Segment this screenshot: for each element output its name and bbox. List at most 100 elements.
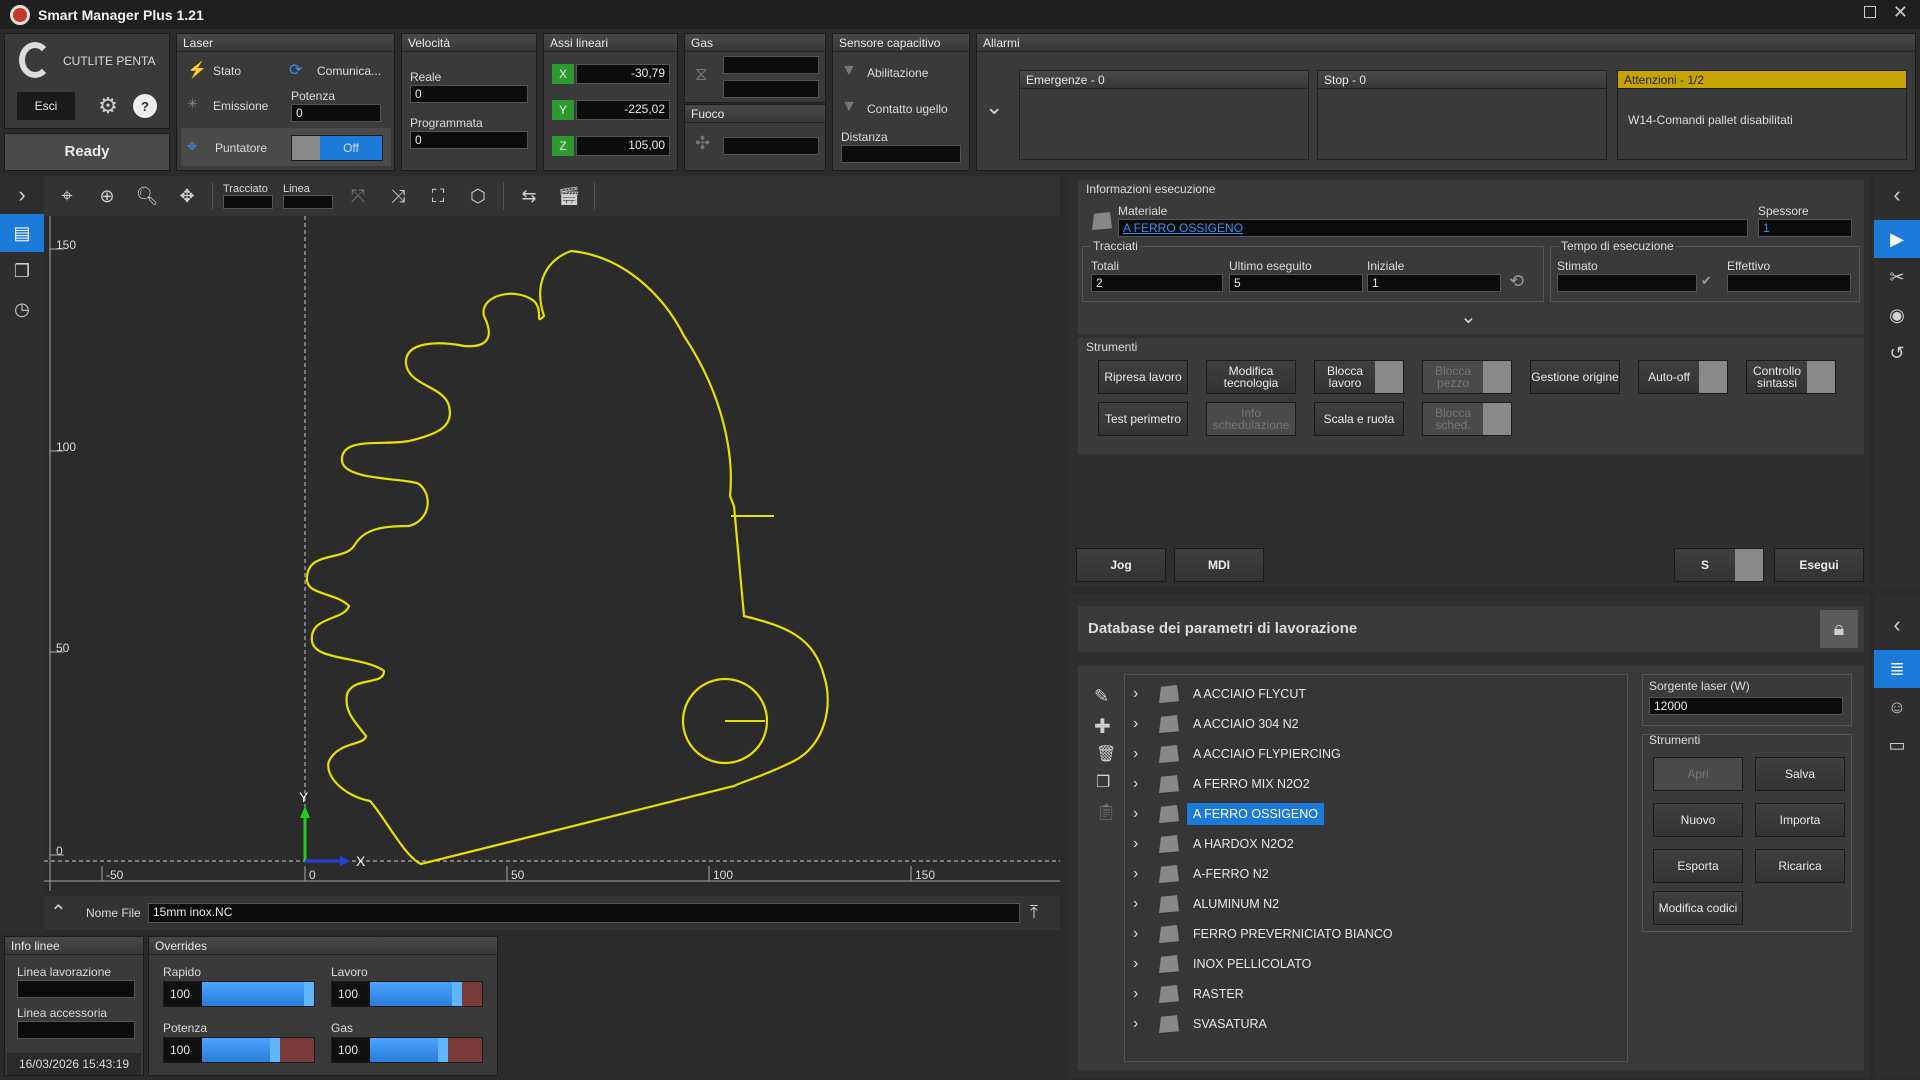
tree-item[interactable]: › RASTER	[1133, 979, 1627, 1009]
gear-icon[interactable]: ⚙	[93, 92, 123, 120]
chevron-right-icon[interactable]: ›	[1133, 835, 1155, 853]
database-icon[interactable]: ≣	[1874, 650, 1920, 688]
spessore-field[interactable]: 1	[1758, 219, 1852, 237]
tree-item[interactable]: › A ACCIAIO FLYCUT	[1133, 679, 1627, 709]
esegui-button[interactable]: Esegui	[1774, 548, 1864, 582]
collapse-icon[interactable]: ⤨	[383, 186, 413, 207]
schedule-icon[interactable]: ◷	[0, 290, 44, 328]
document-icon[interactable]: ▤	[0, 214, 44, 252]
iniziale-field[interactable]: 1	[1367, 274, 1501, 292]
restore-icon[interactable]	[1864, 6, 1876, 18]
shrink-icon[interactable]: ⤧	[343, 186, 373, 207]
chevron-down-icon[interactable]: ⌄	[985, 94, 1003, 120]
distanza-field	[841, 145, 961, 163]
chevron-right-icon[interactable]: ›	[1133, 685, 1155, 703]
documents-icon[interactable]: ❐	[0, 252, 44, 290]
gestione-origine-button[interactable]: Gestione origine	[1530, 360, 1620, 394]
tree-item[interactable]: › A-FERRO N2	[1133, 859, 1627, 889]
chevron-right-icon[interactable]: ›	[1133, 895, 1155, 913]
s-toggle[interactable]: S	[1674, 548, 1764, 582]
user-settings-icon[interactable]: ☺	[1874, 688, 1920, 726]
pan-icon[interactable]: ✥	[172, 186, 202, 207]
upload-icon[interactable]: ⤒	[1030, 902, 1038, 923]
check-icon[interactable]: ✔	[1701, 273, 1712, 289]
plus-icon[interactable]: ✚	[1094, 714, 1111, 739]
target-icon[interactable]: ⌖	[52, 185, 82, 208]
tree-item[interactable]: › SVASATURA	[1133, 1009, 1627, 1039]
pencil-icon[interactable]: ✎	[1094, 686, 1109, 707]
puntatore-toggle[interactable]: Off	[291, 135, 383, 161]
scala-ruota-button[interactable]: Scala e ruota	[1314, 402, 1404, 436]
modifica-tecnologia-button[interactable]: Modifica tecnologia	[1206, 360, 1296, 394]
test-perimetro-button[interactable]: Test perimetro	[1098, 402, 1188, 436]
3d-view-icon[interactable]: ⬡	[463, 186, 493, 207]
nome-file-field[interactable]: 15mm inox.NC	[148, 903, 1020, 923]
trash-icon[interactable]: 🗑︎	[1096, 744, 1116, 764]
chevron-right-icon[interactable]: ›	[1133, 925, 1155, 943]
rapido-slider[interactable]: 100	[163, 981, 315, 1007]
potenza-slider[interactable]: 100	[163, 1037, 315, 1063]
simulation-icon[interactable]: 🎬︎	[554, 186, 584, 207]
chevron-right-icon[interactable]: ›	[1133, 715, 1155, 733]
chevron-up-icon[interactable]: ⌃	[50, 900, 67, 925]
materiale-field[interactable]: A FERRO OSSIGENO	[1118, 219, 1748, 237]
reset-icon[interactable]: ⟲	[1509, 271, 1524, 292]
velocita-panel: Velocità Reale 0 Programmata 0	[401, 33, 537, 171]
expand-icon[interactable]: ⛶	[423, 186, 453, 207]
controllo-sintassi-toggle[interactable]: Controllo sintassi	[1746, 360, 1836, 394]
ricarica-button[interactable]: Ricarica	[1755, 849, 1845, 883]
close-icon[interactable]: ✕	[1893, 2, 1908, 23]
ripresa-lavoro-button[interactable]: Ripresa lavoro	[1098, 360, 1188, 394]
history-icon[interactable]: ↺	[1874, 334, 1920, 372]
lavoro-slider[interactable]: 100	[331, 981, 483, 1007]
auto-off-toggle[interactable]: Auto-off	[1638, 360, 1728, 394]
tree-item[interactable]: › ALUMINUM N2	[1133, 889, 1627, 919]
path-settings-icon[interactable]: ⇆	[514, 186, 544, 207]
tree-item[interactable]: › A FERRO MIX N2O2	[1133, 769, 1627, 799]
lock-icon[interactable]: 🔒︎	[1820, 610, 1858, 648]
zoom-icon[interactable]: 🔍︎	[132, 186, 162, 207]
paste-icon[interactable]: 📋︎	[1096, 802, 1116, 822]
chevron-right-icon[interactable]: ›	[1133, 1015, 1155, 1033]
mdi-button[interactable]: MDI	[1174, 548, 1264, 582]
play-screen-icon[interactable]: ▶	[1874, 220, 1920, 258]
collapse-left-icon[interactable]: ‹	[1874, 176, 1920, 214]
chevron-right-icon[interactable]: ›	[1133, 775, 1155, 793]
db-title: Database dei parametri di lavorazione	[1088, 620, 1358, 637]
tracciato-field[interactable]	[223, 195, 273, 209]
copy-icon[interactable]: ❐	[1096, 772, 1110, 792]
chevron-right-icon[interactable]: ›	[1133, 985, 1155, 1003]
gas-slider[interactable]: 100	[331, 1037, 483, 1063]
iniziale-label: Iniziale	[1367, 259, 1405, 273]
tree-item-selected[interactable]: › A FERRO OSSIGENO	[1133, 799, 1627, 829]
tree-item[interactable]: › INOX PELLICOLATO	[1133, 949, 1627, 979]
tree-item[interactable]: › A HARDOX N2O2	[1133, 829, 1627, 859]
nuovo-button[interactable]: Nuovo	[1653, 803, 1743, 837]
tree-item[interactable]: › FERRO PREVERNICIATO BIANCO	[1133, 919, 1627, 949]
chevron-right-icon[interactable]: ›	[1133, 745, 1155, 763]
chevron-right-icon[interactable]: ›	[1133, 805, 1155, 823]
collapse-left-icon[interactable]: ‹	[1874, 606, 1920, 644]
gas-override-label: Gas	[331, 1021, 354, 1035]
modifica-codici-button[interactable]: Modifica codici	[1653, 891, 1743, 925]
tools-icon[interactable]: ✂	[1874, 258, 1920, 296]
expand-right-icon[interactable]: ›	[0, 176, 44, 214]
blocca-lavoro-toggle[interactable]: Blocca lavoro	[1314, 360, 1404, 394]
jog-button[interactable]: Jog	[1076, 548, 1166, 582]
drawing-canvas[interactable]: 150 100 50 0 -50 0 50 100 150 Y X	[44, 216, 1060, 896]
monitor-icon[interactable]: ◉	[1874, 296, 1920, 334]
linea-field[interactable]	[283, 195, 333, 209]
exit-button[interactable]: Esci	[17, 92, 75, 120]
table-icon[interactable]: ▭	[1874, 726, 1920, 764]
help-icon[interactable]: ?	[133, 94, 157, 118]
importa-button[interactable]: Importa	[1755, 803, 1845, 837]
sorgente-field[interactable]: 12000	[1649, 697, 1843, 715]
chevron-right-icon[interactable]: ›	[1133, 865, 1155, 883]
chevron-right-icon[interactable]: ›	[1133, 955, 1155, 973]
esporta-button[interactable]: Esporta	[1653, 849, 1743, 883]
tree-item[interactable]: › A ACCIAIO FLYPIERCING	[1133, 739, 1627, 769]
zoom-fit-icon[interactable]: ⊕	[92, 186, 122, 207]
expand-chevron-icon[interactable]: ⌄	[1460, 304, 1477, 329]
salva-button[interactable]: Salva	[1755, 757, 1845, 791]
tree-item[interactable]: › A ACCIAIO 304 N2	[1133, 709, 1627, 739]
